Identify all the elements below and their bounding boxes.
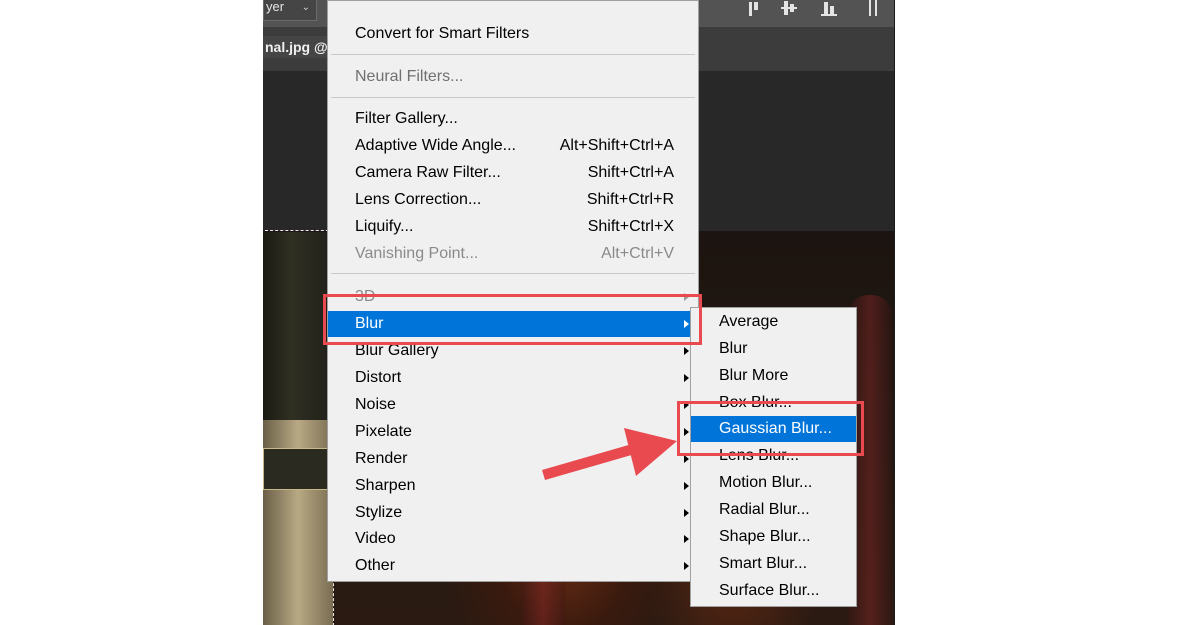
menu-item-label: Adaptive Wide Angle... xyxy=(355,137,516,154)
submenu-arrow-icon xyxy=(684,535,689,543)
menu-item-label: Liquify... xyxy=(355,218,414,235)
submenu-arrow-icon xyxy=(684,374,689,382)
menu-item-neural-filters[interactable]: Neural Filters... xyxy=(328,64,698,90)
menu-item-shortcut: Shift+Ctrl+R xyxy=(586,191,674,208)
menu-item-stylize[interactable]: Stylize xyxy=(328,500,698,526)
callout-arrow-icon xyxy=(542,428,677,480)
menu-item-label: Render xyxy=(355,450,408,467)
menu-item-label: Lens Correction... xyxy=(355,191,482,208)
menu-item-noise[interactable]: Noise xyxy=(328,392,698,418)
align-top-icon[interactable] xyxy=(749,0,765,16)
chevron-down-icon: ⌄ xyxy=(301,2,310,13)
submenu-arrow-icon xyxy=(684,509,689,517)
menu-item-shortcut: Shift+Ctrl+A xyxy=(587,164,674,181)
menu-separator xyxy=(331,54,695,55)
menu-item-label: Neural Filters... xyxy=(355,68,464,85)
blur-highlight-box xyxy=(323,294,702,345)
menu-item-shortcut: Alt+Ctrl+V xyxy=(601,245,674,262)
menu-item-label: Video xyxy=(355,530,396,547)
submenu-item-label: Surface Blur... xyxy=(719,582,820,599)
menu-item-camera-raw-filter[interactable]: Camera Raw Filter... Shift+Ctrl+A xyxy=(328,160,698,186)
menu-item-convert-smart-filters[interactable]: Convert for Smart Filters xyxy=(328,21,698,47)
menu-item-video[interactable]: Video xyxy=(328,526,698,552)
submenu-arrow-icon xyxy=(684,347,689,355)
menu-item-label: Noise xyxy=(355,396,396,413)
menu-item-distort[interactable]: Distort xyxy=(328,365,698,391)
align-vertical-center-icon[interactable] xyxy=(781,0,797,16)
menu-separator xyxy=(331,97,695,98)
menu-item-label: Other xyxy=(355,557,396,574)
submenu-arrow-icon xyxy=(684,562,689,570)
menu-item-adaptive-wide-angle[interactable]: Adaptive Wide Angle... Alt+Shift+Ctrl+A xyxy=(328,133,698,159)
submenu-item-motion-blur[interactable]: Motion Blur... xyxy=(691,470,856,496)
menu-separator xyxy=(331,273,695,274)
marquee-selection xyxy=(265,230,334,625)
menu-item-label: Stylize xyxy=(355,504,403,521)
menu-item-label: Vanishing Point... xyxy=(355,245,479,262)
menu-item-label: Convert for Smart Filters xyxy=(355,25,530,42)
submenu-item-shape-blur[interactable]: Shape Blur... xyxy=(691,524,856,550)
menu-item-vanishing-point[interactable]: Vanishing Point... Alt+Ctrl+V xyxy=(328,241,698,267)
document-tab[interactable]: nal.jpg @ xyxy=(263,36,335,58)
menu-item-shortcut: Alt+Shift+Ctrl+A xyxy=(559,137,674,154)
layer-dropdown[interactable]: yer ⌄ xyxy=(263,0,317,21)
submenu-item-average[interactable]: Average xyxy=(691,309,856,335)
menu-item-liquify[interactable]: Liquify... Shift+Ctrl+X xyxy=(328,214,698,240)
menu-item-label: Sharpen xyxy=(355,477,416,494)
gaussian-blur-highlight-box xyxy=(677,401,864,456)
menu-item-label: Camera Raw Filter... xyxy=(355,164,501,181)
menu-item-label: Distort xyxy=(355,369,402,386)
submenu-item-label: Shape Blur... xyxy=(719,528,811,545)
submenu-arrow-icon xyxy=(684,455,689,463)
filter-menu: Convert for Smart Filters Neural Filters… xyxy=(327,0,699,582)
submenu-item-blur-more[interactable]: Blur More xyxy=(691,363,856,389)
submenu-item-label: Motion Blur... xyxy=(719,474,813,491)
document-tab-title: nal.jpg @ xyxy=(265,39,328,55)
menu-item-lens-correction[interactable]: Lens Correction... Shift+Ctrl+R xyxy=(328,187,698,213)
blur-submenu: Average Blur Blur More Box Blur... Gauss… xyxy=(690,307,857,607)
submenu-arrow-icon xyxy=(684,482,689,490)
submenu-item-label: Blur xyxy=(719,340,748,357)
submenu-item-label: Radial Blur... xyxy=(719,501,810,518)
submenu-item-surface-blur[interactable]: Surface Blur... xyxy=(691,578,856,604)
layer-dropdown-label: yer xyxy=(266,0,285,14)
submenu-item-smart-blur[interactable]: Smart Blur... xyxy=(691,551,856,577)
distribute-icon[interactable] xyxy=(869,0,885,16)
menu-item-other[interactable]: Other xyxy=(328,553,698,579)
menu-item-filter-gallery[interactable]: Filter Gallery... xyxy=(328,106,698,132)
submenu-item-radial-blur[interactable]: Radial Blur... xyxy=(691,497,856,523)
menu-item-label: Pixelate xyxy=(355,423,412,440)
submenu-item-blur[interactable]: Blur xyxy=(691,336,856,362)
submenu-item-label: Smart Blur... xyxy=(719,555,808,572)
align-bottom-icon[interactable] xyxy=(821,0,837,16)
menu-item-label: Filter Gallery... xyxy=(355,110,458,127)
submenu-item-label: Average xyxy=(719,313,779,330)
submenu-item-label: Blur More xyxy=(719,367,789,384)
menu-item-shortcut: Shift+Ctrl+X xyxy=(587,218,674,235)
